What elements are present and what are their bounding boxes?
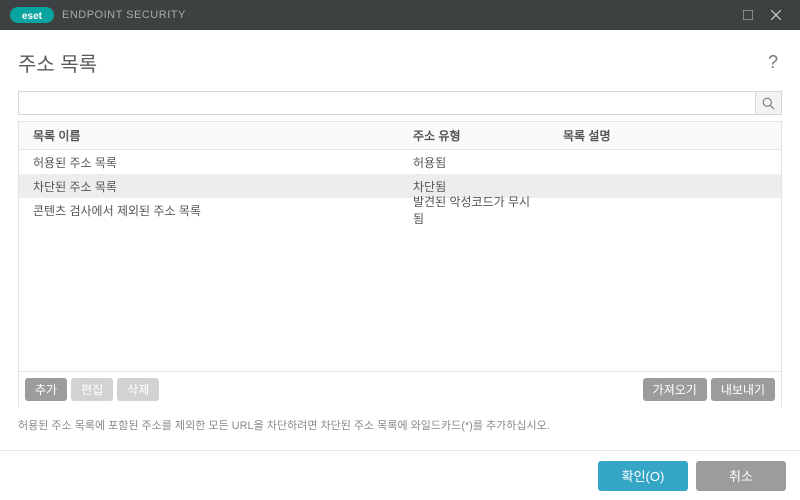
delete-button[interactable]: 삭제	[117, 378, 159, 401]
cell-type: 차단됨	[399, 178, 549, 195]
cell-name: 허용된 주소 목록	[19, 154, 399, 171]
col-header-name[interactable]: 목록 이름	[19, 127, 399, 144]
minimize-button[interactable]	[734, 0, 762, 30]
content: 주소 목록 ? 목록 이름 주소 유형 목록 설명 허용된 주소 목록허용됨차단…	[0, 30, 800, 433]
cell-type: 허용됨	[399, 154, 549, 171]
ok-button[interactable]: 확인(O)	[598, 461, 688, 491]
edit-button[interactable]: 편집	[71, 378, 113, 401]
svg-text:eset: eset	[22, 11, 43, 22]
table-row[interactable]: 콘텐츠 검사에서 제외된 주소 목록발견된 악성코드가 무시됨	[19, 198, 781, 222]
table-body: 허용된 주소 목록허용됨차단된 주소 목록차단됨콘텐츠 검사에서 제외된 주소 …	[19, 150, 781, 222]
cancel-button[interactable]: 취소	[696, 461, 786, 491]
footer: 확인(O) 취소	[0, 450, 800, 500]
export-button[interactable]: 내보내기	[711, 378, 775, 401]
search-icon	[762, 97, 775, 110]
col-header-type[interactable]: 주소 유형	[399, 127, 549, 144]
table-row[interactable]: 허용된 주소 목록허용됨	[19, 150, 781, 174]
cell-name: 콘텐츠 검사에서 제외된 주소 목록	[19, 202, 399, 219]
hint-text: 허용된 주소 목록에 포함된 주소를 제외한 모든 URL을 차단하려면 차단된…	[18, 417, 782, 433]
import-button[interactable]: 가져오기	[643, 378, 707, 401]
action-row: 추가 편집 삭제 가져오기 내보내기	[18, 371, 782, 407]
close-button[interactable]	[762, 0, 790, 30]
help-button[interactable]: ?	[764, 52, 782, 73]
search-wrap	[18, 91, 782, 115]
address-list-table: 목록 이름 주소 유형 목록 설명 허용된 주소 목록허용됨차단된 주소 목록차…	[18, 121, 782, 371]
search-button[interactable]	[755, 92, 781, 114]
add-button[interactable]: 추가	[25, 378, 67, 401]
eset-logo: eset	[10, 7, 54, 23]
titlebar: eset ENDPOINT SECURITY	[0, 0, 800, 30]
search-input[interactable]	[19, 92, 755, 114]
cell-type: 발견된 악성코드가 무시됨	[399, 193, 549, 227]
table-header: 목록 이름 주소 유형 목록 설명	[19, 122, 781, 150]
page-title: 주소 목록	[18, 48, 97, 77]
col-header-desc[interactable]: 목록 설명	[549, 127, 781, 144]
product-name: ENDPOINT SECURITY	[62, 9, 186, 21]
cell-name: 차단된 주소 목록	[19, 178, 399, 195]
